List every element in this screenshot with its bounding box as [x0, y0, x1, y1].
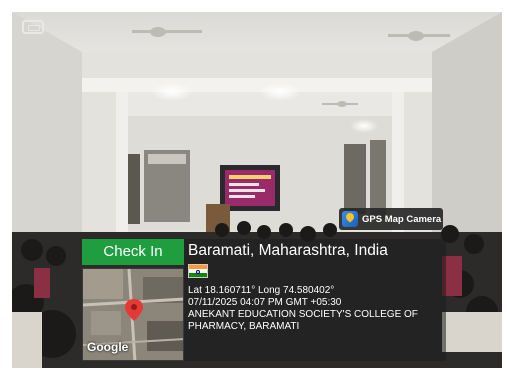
coordinates: Lat 18.160711° Long 74.580402°: [188, 285, 335, 296]
camera-mode-icon[interactable]: [22, 20, 44, 34]
location-info-panel: Baramati, Maharashtra, India Lat 18.1607…: [184, 239, 446, 361]
location-title: Baramati, Maharashtra, India: [188, 242, 388, 259]
india-flag-icon: [188, 264, 208, 278]
gps-map-camera-logo-icon: [342, 211, 358, 227]
gps-map-camera-label: GPS Map Camera: [362, 213, 442, 225]
google-logo: Google: [87, 340, 129, 354]
address-line-1: ANEKANT EDUCATION SOCIETY'S COLLEGE OF: [188, 309, 418, 320]
photo-frame: GPS Map Camera Check In Google Baramati,…: [12, 12, 502, 368]
address-line-2: PHARMACY, BARAMATI: [188, 321, 300, 332]
check-in-button[interactable]: Check In: [82, 239, 184, 265]
date-time: 07/11/2025 04:07 PM GMT +05:30: [188, 297, 342, 308]
map-thumbnail[interactable]: Google: [82, 268, 184, 361]
gps-map-camera-badge: GPS Map Camera: [339, 208, 443, 230]
